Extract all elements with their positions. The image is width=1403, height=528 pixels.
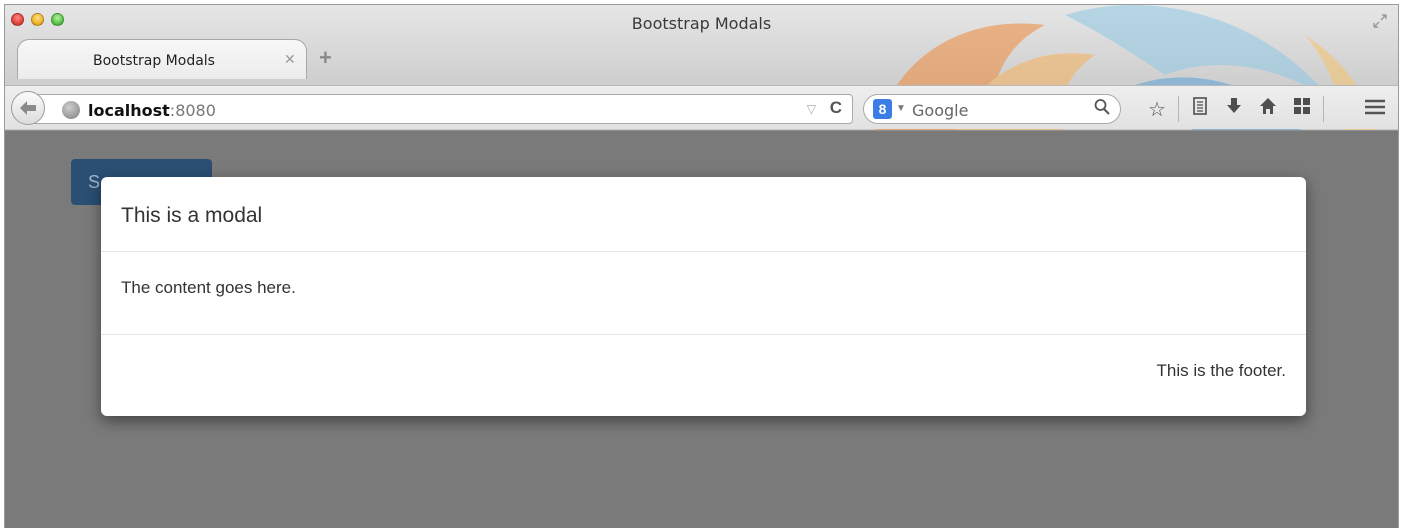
new-tab-icon[interactable]: + [319,45,332,71]
modal-dialog: This is a modal The content goes here. T… [101,177,1306,416]
bookmarks-list-icon[interactable] [1183,97,1217,121]
url-bar[interactable]: localhost:8080 ▽ C [27,94,853,124]
modal-footer: This is the footer. [1156,361,1286,380]
tab-close-icon[interactable]: ✕ [284,51,296,68]
search-input[interactable]: Google [912,101,968,120]
tab-label: Bootstrap Modals [93,53,215,69]
toolbar-separator [1323,96,1324,122]
download-icon[interactable] [1217,97,1251,121]
globe-icon [62,101,80,119]
toolbar-separator [1178,96,1179,122]
hamburger-menu-icon[interactable] [1364,96,1386,122]
toolbar-icons: ☆ [1140,96,1328,122]
page-content: S This is a modal The content goes here.… [5,132,1398,528]
modal-body: The content goes here. [101,252,1306,335]
fullscreen-icon[interactable] [1372,13,1388,29]
reload-icon[interactable]: C [830,98,842,118]
modal-title: This is a modal [121,204,263,227]
google-search-engine-icon[interactable]: 8 [873,99,892,119]
star-icon[interactable]: ☆ [1140,97,1174,122]
url-text[interactable]: localhost:8080 [88,101,216,120]
grid-icon[interactable] [1285,97,1319,121]
url-history-dropdown-icon[interactable]: ▽ [807,102,816,116]
search-bar[interactable]: 8 ▼ Google [863,94,1121,124]
back-arrow-icon [20,101,36,115]
window-title: Bootstrap Modals [631,14,772,33]
browser-chrome: Bootstrap Modals Bootstrap Modals ✕ + lo… [5,5,1398,131]
browser-window: Bootstrap Modals Bootstrap Modals ✕ + lo… [4,4,1399,528]
home-icon[interactable] [1251,97,1285,121]
modal-header: This is a modal [101,177,1306,252]
search-engine-dropdown-icon[interactable]: ▼ [896,103,906,114]
back-button[interactable] [11,91,45,125]
tab-bootstrap-modals[interactable]: Bootstrap Modals ✕ [17,39,307,79]
magnifier-icon[interactable] [1094,98,1110,121]
navigation-toolbar: localhost:8080 ▽ C 8 ▼ Google ☆ [5,85,1398,129]
